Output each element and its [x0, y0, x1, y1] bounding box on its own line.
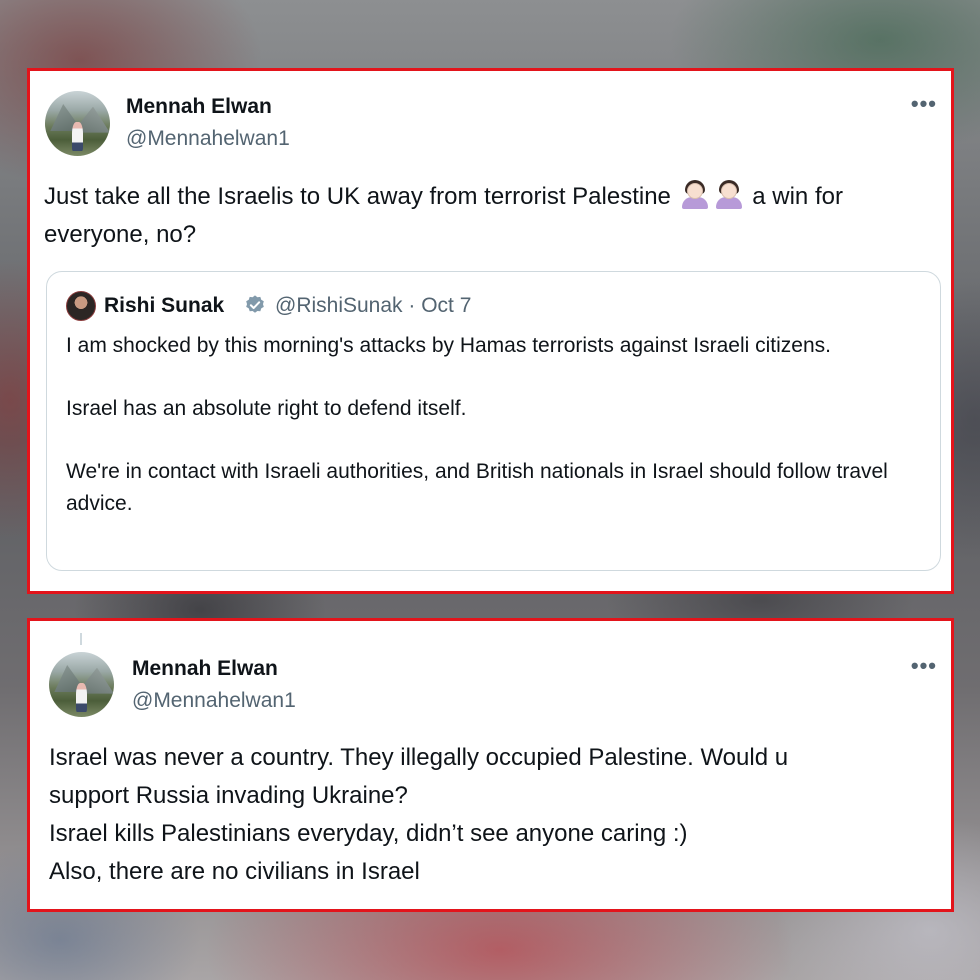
tweet-card-2: Mennah Elwan @Mennahelwan1 ••• Israel wa…: [27, 618, 954, 912]
more-options-icon[interactable]: •••: [911, 655, 937, 677]
quoted-paragraph: We're in contact with Israeli authoritie…: [66, 460, 888, 515]
quoted-tweet-text: I am shocked by this morning's attacks b…: [66, 330, 926, 520]
verified-badge-icon: [246, 295, 264, 313]
tweet-text-part-1: Just take all the Israelis to UK away fr…: [44, 183, 671, 210]
woman-shrugging-emoji-icon: [715, 179, 743, 209]
author-name[interactable]: Mennah Elwan: [132, 657, 278, 681]
tweet-line: Also, there are no civilians in Israel: [49, 858, 420, 885]
thread-connector-line: [80, 633, 82, 645]
quoted-author-avatar[interactable]: [66, 291, 96, 321]
woman-shrugging-emoji-icon: [681, 179, 709, 209]
tweet-line: Israel kills Palestinians everyday, didn…: [49, 820, 688, 847]
tweet-line: support Russia invading Ukraine?: [49, 782, 408, 809]
author-avatar[interactable]: [45, 91, 110, 156]
quoted-handle-and-date[interactable]: @RishiSunak · Oct 7: [275, 294, 471, 318]
quoted-author-name[interactable]: Rishi Sunak: [104, 294, 224, 318]
quoted-tweet[interactable]: Rishi Sunak @RishiSunak · Oct 7 I am sho…: [46, 271, 941, 571]
tweet-line: Israel was never a country. They illegal…: [49, 744, 789, 771]
author-handle[interactable]: @Mennahelwan1: [126, 127, 290, 151]
tweet-card-1: Mennah Elwan @Mennahelwan1 ••• Just take…: [27, 68, 954, 594]
quoted-paragraph: Israel has an absolute right to defend i…: [66, 397, 467, 420]
tweet-text: Just take all the Israelis to UK away fr…: [44, 178, 934, 254]
tweet-text: Israel was never a country. They illegal…: [49, 739, 939, 891]
author-name[interactable]: Mennah Elwan: [126, 95, 272, 119]
author-avatar[interactable]: [49, 652, 114, 717]
author-handle[interactable]: @Mennahelwan1: [132, 689, 296, 713]
more-options-icon[interactable]: •••: [911, 93, 937, 115]
quoted-paragraph: I am shocked by this morning's attacks b…: [66, 334, 831, 357]
